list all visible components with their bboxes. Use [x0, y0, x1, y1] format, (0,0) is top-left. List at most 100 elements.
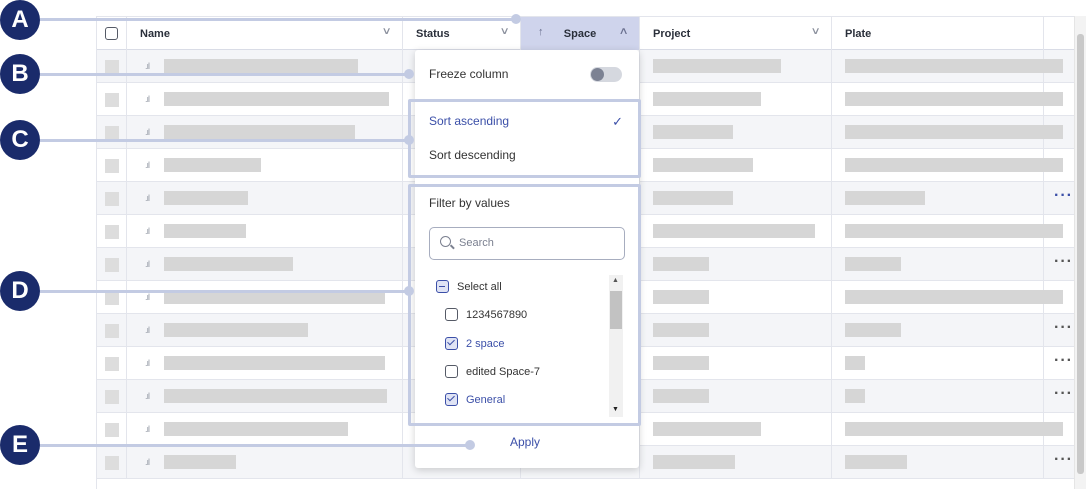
name-placeholder — [164, 455, 236, 469]
plate-placeholder — [845, 59, 1063, 73]
project-placeholder — [653, 323, 709, 337]
table-cell — [640, 248, 832, 281]
project-placeholder — [653, 59, 781, 73]
plate-placeholder — [845, 92, 1063, 106]
table-cell — [97, 347, 127, 380]
table-cell — [832, 413, 1063, 446]
chevron-down-icon[interactable]: ∨ — [810, 26, 820, 37]
signal-bars-icon: .ıl — [145, 127, 150, 137]
signal-bars-icon: .ıl — [145, 226, 150, 236]
column-header-project[interactable]: Project ∨ — [640, 17, 832, 50]
plate-placeholder — [845, 191, 925, 205]
project-placeholder — [653, 257, 709, 271]
apply-button[interactable]: Apply — [510, 435, 540, 449]
column-header-space[interactable]: ↑ Space ∧ — [521, 17, 640, 50]
project-placeholder — [653, 125, 733, 139]
name-placeholder — [164, 323, 308, 337]
plate-placeholder — [845, 389, 865, 403]
name-placeholder — [164, 224, 246, 238]
table-cell: .ıl — [127, 347, 403, 380]
row-select-placeholder[interactable] — [105, 60, 119, 74]
callout-line-d — [40, 290, 412, 293]
table-cell — [97, 413, 127, 446]
chevron-up-icon[interactable]: ∧ — [618, 26, 628, 37]
project-placeholder — [653, 422, 761, 436]
table-cell — [640, 83, 832, 116]
row-select-placeholder[interactable] — [105, 324, 119, 338]
table-cell — [640, 380, 832, 413]
freeze-column-toggle[interactable] — [590, 67, 622, 82]
name-placeholder — [164, 356, 385, 370]
column-header-plate[interactable]: Plate — [832, 17, 1044, 50]
row-select-placeholder[interactable] — [105, 159, 119, 173]
table-cell — [97, 248, 127, 281]
project-placeholder — [653, 389, 709, 403]
plate-placeholder — [845, 323, 901, 337]
row-select-placeholder[interactable] — [105, 225, 119, 239]
table-cell — [97, 446, 127, 479]
table-cell — [832, 83, 1063, 116]
row-select-placeholder[interactable] — [105, 456, 119, 470]
signal-bars-icon: .ıl — [145, 457, 150, 467]
more-horizontal-icon[interactable]: ··· — [1054, 451, 1073, 469]
signal-bars-icon: .ıl — [145, 325, 150, 335]
column-header-status[interactable]: Status ∨ — [403, 17, 521, 50]
table-header: Name ∨ Status ∨ ↑ Space ∧ Project ∨ Plat… — [97, 17, 1086, 50]
more-horizontal-icon[interactable]: ··· — [1054, 352, 1073, 370]
table-cell — [640, 314, 832, 347]
column-label-status: Status — [416, 27, 450, 40]
table-cell — [640, 149, 832, 182]
table-cell — [832, 248, 1044, 281]
table-cell: .ıl — [127, 380, 403, 413]
plate-placeholder — [845, 356, 865, 370]
signal-bars-icon: .ıl — [145, 391, 150, 401]
table-cell — [640, 446, 832, 479]
more-horizontal-icon[interactable]: ··· — [1054, 385, 1073, 403]
toggle-knob — [591, 68, 604, 81]
callout-a: A — [0, 0, 40, 40]
project-placeholder — [653, 455, 735, 469]
project-placeholder — [653, 92, 761, 106]
column-label-plate: Plate — [845, 27, 872, 40]
chevron-down-icon[interactable]: ∨ — [499, 26, 509, 37]
signal-bars-icon: .ıl — [145, 160, 150, 170]
row-select-placeholder[interactable] — [105, 258, 119, 272]
column-label-project: Project — [653, 27, 691, 40]
table-cell — [640, 182, 832, 215]
callout-dot-a — [511, 14, 521, 24]
row-select-placeholder[interactable] — [105, 192, 119, 206]
chevron-down-icon[interactable]: ∨ — [381, 26, 391, 37]
table-cell — [640, 50, 832, 83]
filter-section-highlight — [408, 184, 641, 426]
freeze-column-label: Freeze column — [429, 67, 509, 81]
table-cell — [640, 347, 832, 380]
project-placeholder — [653, 224, 815, 238]
scrollbar-thumb[interactable] — [1077, 34, 1084, 474]
table-cell: .ıl — [127, 314, 403, 347]
select-all-rows-checkbox[interactable] — [105, 27, 118, 40]
row-select-placeholder[interactable] — [105, 93, 119, 107]
signal-bars-icon: .ıl — [145, 292, 150, 302]
table-cell: .ıl — [127, 149, 403, 182]
callout-dot-c — [404, 135, 414, 145]
signal-bars-icon: .ıl — [145, 193, 150, 203]
row-select-placeholder[interactable] — [105, 423, 119, 437]
column-label-name: Name — [140, 27, 170, 40]
row-select-placeholder[interactable] — [105, 291, 119, 305]
column-header-name[interactable]: Name ∨ — [127, 17, 403, 50]
callout-c: C — [0, 120, 40, 160]
plate-placeholder — [845, 125, 1063, 139]
row-select-placeholder[interactable] — [105, 390, 119, 404]
table-cell: .ıl — [127, 50, 403, 83]
row-select-placeholder[interactable] — [105, 357, 119, 371]
more-horizontal-icon[interactable]: ··· — [1054, 253, 1073, 271]
table-cell — [832, 182, 1044, 215]
table-cell: .ıl — [127, 413, 403, 446]
project-placeholder — [653, 356, 709, 370]
more-horizontal-icon[interactable]: ··· — [1054, 319, 1073, 337]
table-vertical-scrollbar[interactable] — [1074, 16, 1086, 489]
select-all-rows-cell — [97, 17, 127, 50]
row-select-placeholder[interactable] — [105, 126, 119, 140]
more-horizontal-icon[interactable]: ··· — [1054, 187, 1073, 205]
table-cell: .ıl — [127, 215, 403, 248]
